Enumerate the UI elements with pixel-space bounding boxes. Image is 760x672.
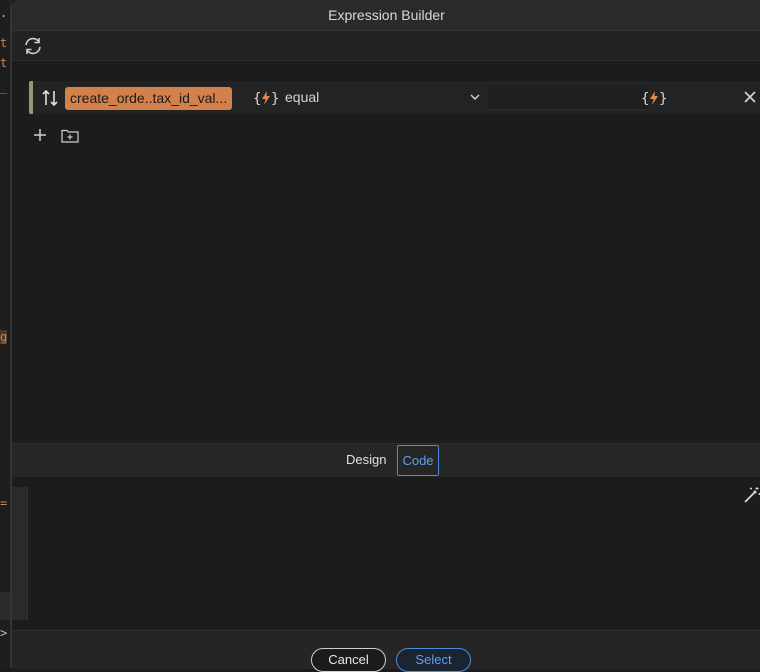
- refresh-button[interactable]: [22, 35, 44, 57]
- field-chip[interactable]: create_orde..tax_id_val...: [65, 87, 233, 110]
- svg-text:{: {: [253, 91, 261, 107]
- magic-wand-icon: [744, 487, 760, 503]
- svg-text:}: }: [659, 91, 667, 107]
- operator-select[interactable]: equal: [283, 85, 483, 110]
- dynamic-data-icon: { }: [253, 91, 279, 107]
- condition-row: create_orde..tax_id_val... { } equal { }: [29, 81, 760, 114]
- tab-code[interactable]: Code: [397, 445, 439, 476]
- plus-icon: [34, 129, 46, 141]
- editor-glyph: >: [0, 626, 8, 640]
- add-condition-button[interactable]: [33, 128, 47, 142]
- editor-glyph: _: [0, 80, 8, 94]
- dialog-titlebar: Expression Builder: [12, 0, 760, 31]
- editor-glyph: t: [0, 36, 8, 50]
- field-dynamic-data-button[interactable]: { }: [253, 88, 279, 108]
- dialog-toolbar: [12, 31, 760, 61]
- close-icon: [744, 91, 756, 103]
- editor-glyph: =: [0, 496, 8, 510]
- operator-value: equal: [285, 89, 320, 105]
- svg-text:}: }: [271, 91, 279, 107]
- cancel-button[interactable]: Cancel: [311, 648, 386, 672]
- refresh-icon: [25, 37, 41, 55]
- value-input[interactable]: [488, 85, 648, 110]
- code-gutter: [12, 487, 28, 620]
- dialog-footer: Cancel Select: [12, 630, 760, 672]
- sort-arrows-icon: [42, 89, 58, 107]
- tab-design[interactable]: Design: [346, 452, 386, 467]
- select-button[interactable]: Select: [396, 648, 471, 672]
- folder-plus-icon: [61, 129, 79, 143]
- expression-builder-dialog: Expression Builder create_orde..tax_id_v…: [11, 0, 760, 672]
- background-editor-strip: . t t _ g = >: [0, 0, 11, 668]
- remove-condition-button[interactable]: [743, 90, 757, 104]
- editor-glyph: t: [0, 56, 8, 70]
- add-group-button[interactable]: [61, 128, 79, 143]
- value-dynamic-data-button[interactable]: { }: [641, 88, 667, 108]
- svg-text:{: {: [641, 91, 649, 107]
- reorder-button[interactable]: [42, 89, 58, 107]
- view-tab-bar: Design Code: [12, 443, 760, 478]
- dynamic-data-icon: { }: [641, 91, 667, 107]
- chevron-down-icon: [470, 94, 480, 101]
- magic-wand-button[interactable]: [743, 486, 760, 504]
- editor-selection: [0, 592, 10, 620]
- editor-glyph: .: [0, 6, 8, 20]
- editor-glyph: g: [0, 330, 8, 344]
- code-editor[interactable]: [12, 477, 760, 630]
- dialog-title: Expression Builder: [328, 7, 445, 23]
